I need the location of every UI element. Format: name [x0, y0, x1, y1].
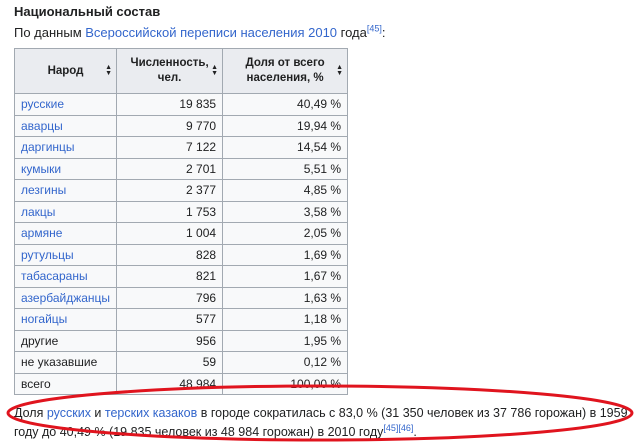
summary-text-2: и [90, 406, 105, 420]
people-link[interactable]: кумыки [21, 162, 61, 176]
table-row: азербайджанцы 796 1,63 % [13, 286, 349, 309]
people-cell: азербайджанцы [13, 286, 118, 309]
section-heading: Национальный состав [14, 4, 161, 19]
reference-46[interactable]: [46] [398, 423, 413, 433]
count-cell: 577 [116, 308, 224, 331]
share-cell: 0,12 % [222, 351, 349, 374]
table-row: рутульцы 828 1,69 % [13, 243, 349, 266]
share-cell: 2,05 % [222, 222, 349, 245]
people-link[interactable]: лезгины [21, 183, 66, 197]
terek-cossacks-link[interactable]: терских казаков [105, 406, 197, 420]
table-row: лакцы 1 753 3,58 % [13, 200, 349, 223]
reference-45[interactable]: [45] [367, 24, 382, 34]
count-cell: 828 [116, 243, 224, 266]
people-cell: аварцы [13, 114, 118, 137]
people-cell: рутульцы [13, 243, 118, 266]
people-cell: не указавшие [13, 351, 118, 374]
table-row: лезгины 2 377 4,85 % [13, 179, 349, 202]
share-cell: 4,85 % [222, 179, 349, 202]
census-link[interactable]: Всероссийской переписи населения 2010 [85, 25, 337, 40]
share-cell: 1,95 % [222, 329, 349, 352]
people-cell: другие [13, 329, 118, 352]
count-cell: 1 753 [116, 200, 224, 223]
share-cell: 1,18 % [222, 308, 349, 331]
people-cell: кумыки [13, 157, 118, 180]
people-cell: лакцы [13, 200, 118, 223]
column-header-label: Численность, чел. [130, 57, 209, 84]
people-label: не указавшие [21, 355, 98, 370]
people-link[interactable]: русские [21, 97, 64, 111]
intro-suffix: года [337, 25, 367, 40]
intro-end: : [381, 25, 386, 40]
reference-45[interactable]: [45] [383, 423, 398, 433]
people-link[interactable]: армяне [21, 226, 62, 240]
ethnic-composition-table: Народ ▲ ▼ Численность, чел. ▲ ▼ Доля от вс… [13, 48, 349, 395]
column-header-people[interactable]: Народ ▲ ▼ [13, 48, 118, 94]
people-link[interactable]: аварцы [21, 119, 63, 133]
table-row: кумыки 2 701 5,51 % [13, 157, 349, 180]
count-cell: 48 984 [116, 372, 224, 395]
people-link[interactable]: лакцы [21, 205, 55, 219]
count-cell: 2 377 [116, 179, 224, 202]
sort-icon[interactable]: ▲ ▼ [336, 64, 343, 77]
table-row: ногайцы 577 1,18 % [13, 308, 349, 331]
share-cell: 3,58 % [222, 200, 349, 223]
count-cell: 9 770 [116, 114, 224, 137]
table-row: русские 19 835 40,49 % [13, 93, 349, 116]
people-label: всего [21, 376, 51, 391]
russians-link[interactable]: русских [47, 406, 91, 420]
count-cell: 821 [116, 265, 224, 288]
people-cell: армяне [13, 222, 118, 245]
people-cell: всего [13, 372, 118, 395]
share-cell: 1,67 % [222, 265, 349, 288]
table-row: всего 48 984 100,00 % [13, 372, 349, 395]
sort-icon[interactable]: ▲ ▼ [211, 64, 218, 77]
count-cell: 7 122 [116, 136, 224, 159]
people-link[interactable]: рутульцы [21, 248, 74, 262]
people-cell: даргинцы [13, 136, 118, 159]
share-cell: 1,69 % [222, 243, 349, 266]
intro-prefix: По данным [14, 25, 86, 40]
table-row: табасараны 821 1,67 % [13, 265, 349, 288]
count-cell: 956 [116, 329, 224, 352]
table-row: армяне 1 004 2,05 % [13, 222, 349, 245]
column-header-count[interactable]: Численность, чел. ▲ ▼ [116, 48, 224, 94]
share-cell: 5,51 % [222, 157, 349, 180]
share-cell: 19,94 % [222, 114, 349, 137]
table-row: не указавшие 59 0,12 % [13, 351, 349, 374]
people-cell: табасараны [13, 265, 118, 288]
people-link[interactable]: даргинцы [21, 140, 75, 154]
intro-text: По данным Всероссийской переписи населен… [14, 24, 386, 40]
count-cell: 59 [116, 351, 224, 374]
count-cell: 19 835 [116, 93, 224, 116]
people-cell: ногайцы [13, 308, 118, 331]
people-cell: лезгины [13, 179, 118, 202]
column-header-label: Доля от всего населения, % [245, 57, 325, 84]
share-cell: 1,63 % [222, 286, 349, 309]
people-link[interactable]: ногайцы [21, 312, 67, 326]
summary-paragraph: Доля русских и терских казаков в городе … [14, 404, 630, 442]
table-row: другие 956 1,95 % [13, 329, 349, 352]
people-link[interactable]: азербайджанцы [21, 291, 110, 305]
sort-icon[interactable]: ▲ ▼ [105, 64, 112, 77]
share-cell: 100,00 % [222, 372, 349, 395]
share-cell: 14,54 % [222, 136, 349, 159]
column-header-share[interactable]: Доля от всего населения, % ▲ ▼ [222, 48, 349, 94]
people-link[interactable]: табасараны [21, 269, 88, 283]
count-cell: 1 004 [116, 222, 224, 245]
people-label: другие [21, 333, 59, 348]
summary-end: . [413, 425, 417, 439]
count-cell: 2 701 [116, 157, 224, 180]
table-row: аварцы 9 770 19,94 % [13, 114, 349, 137]
column-header-label: Народ [47, 64, 84, 77]
count-cell: 796 [116, 286, 224, 309]
table-row: даргинцы 7 122 14,54 % [13, 136, 349, 159]
people-cell: русские [13, 93, 118, 116]
summary-text-1: Доля [14, 406, 47, 420]
share-cell: 40,49 % [222, 93, 349, 116]
